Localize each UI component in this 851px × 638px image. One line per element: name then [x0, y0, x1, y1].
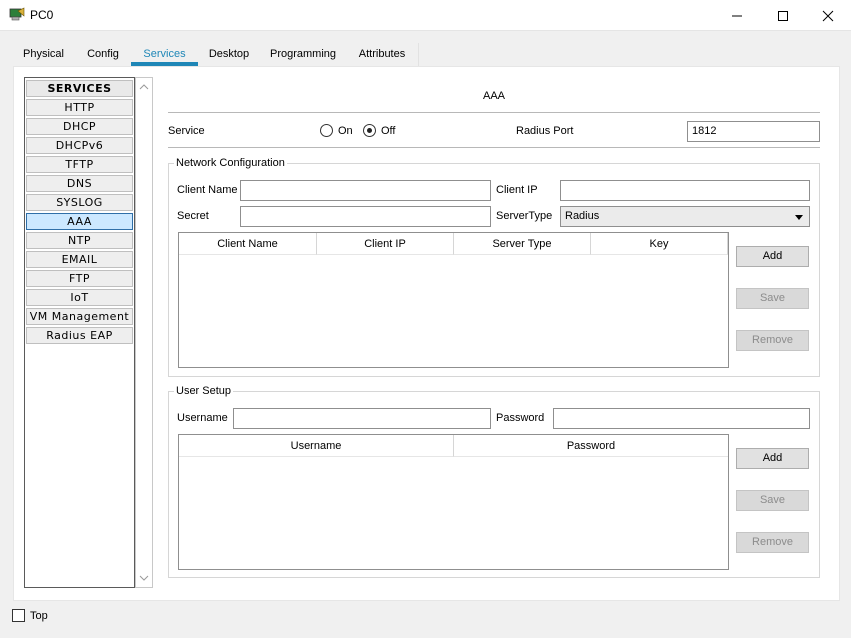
- sidebar-item-tftp[interactable]: TFTP: [26, 156, 133, 173]
- client-name-input[interactable]: [240, 180, 491, 201]
- sidebar-item-dns[interactable]: DNS: [26, 175, 133, 192]
- sidebar-item-ntp[interactable]: NTP: [26, 232, 133, 249]
- title-divider: [168, 112, 820, 113]
- top-checkbox[interactable]: [12, 609, 25, 622]
- tab-config[interactable]: Config: [80, 44, 126, 66]
- column-header-client-name[interactable]: Client Name: [179, 233, 317, 255]
- tab-strip-divider: [418, 43, 419, 66]
- sidebar-scrollbar[interactable]: [135, 77, 153, 588]
- client-name-label: Client Name: [177, 184, 238, 196]
- sidebar-item-vm-management[interactable]: VM Management: [26, 308, 133, 325]
- scroll-down-icon[interactable]: [139, 573, 149, 583]
- password-input[interactable]: [553, 408, 810, 429]
- service-divider: [168, 147, 820, 148]
- sidebar-item-dhcp[interactable]: DHCP: [26, 118, 133, 135]
- close-button[interactable]: [805, 0, 851, 31]
- maximize-button[interactable]: [760, 0, 806, 31]
- column-header-client-ip[interactable]: Client IP: [317, 233, 454, 255]
- minimize-icon: [732, 15, 742, 16]
- password-label: Password: [496, 412, 545, 424]
- page-title: AAA: [482, 90, 505, 102]
- server-type-label: ServerType: [496, 210, 553, 222]
- client-ip-label: Client IP: [496, 184, 538, 196]
- service-off-label: Off: [381, 125, 396, 137]
- user-remove-button[interactable]: Remove: [736, 532, 809, 553]
- network-config-legend: Network Configuration: [174, 157, 287, 169]
- sidebar-item-http[interactable]: HTTP: [26, 99, 133, 116]
- service-label: Service: [168, 125, 205, 137]
- secret-input[interactable]: [240, 206, 491, 227]
- username-input[interactable]: [233, 408, 491, 429]
- username-label: Username: [177, 412, 228, 424]
- scroll-up-icon[interactable]: [139, 82, 149, 92]
- client-remove-button[interactable]: Remove: [736, 330, 809, 351]
- sidebar-item-iot[interactable]: IoT: [26, 289, 133, 306]
- user-save-button[interactable]: Save: [736, 490, 809, 511]
- sidebar-item-aaa[interactable]: AAA: [26, 213, 133, 230]
- service-on-radio[interactable]: [320, 124, 333, 137]
- user-table: Username Password: [178, 434, 729, 570]
- sidebar-item-dhcpv6[interactable]: DHCPv6: [26, 137, 133, 154]
- tab-programming[interactable]: Programming: [264, 44, 342, 66]
- client-table: Client Name Client IP Server Type Key: [178, 232, 729, 368]
- user-add-button[interactable]: Add: [736, 448, 809, 469]
- tab-physical[interactable]: Physical: [15, 44, 72, 66]
- window-title: PC0: [30, 8, 54, 22]
- close-icon: [822, 10, 834, 21]
- tab-desktop[interactable]: Desktop: [203, 44, 255, 66]
- client-add-button[interactable]: Add: [736, 246, 809, 267]
- client-ip-input[interactable]: [560, 180, 810, 201]
- column-header-server-type[interactable]: Server Type: [454, 233, 591, 255]
- service-on-label: On: [338, 125, 353, 137]
- maximize-icon: [778, 10, 788, 21]
- column-header-username[interactable]: Username: [179, 435, 454, 457]
- server-type-select[interactable]: Radius: [560, 206, 810, 227]
- column-header-key[interactable]: Key: [591, 233, 728, 255]
- sidebar-item-email[interactable]: EMAIL: [26, 251, 133, 268]
- sidebar-item-radius-eap[interactable]: Radius EAP: [26, 327, 133, 344]
- sidebar-item-ftp[interactable]: FTP: [26, 270, 133, 287]
- server-type-value: Radius: [565, 210, 600, 222]
- sidebar-item-syslog[interactable]: SYSLOG: [26, 194, 133, 211]
- pc-app-icon: [9, 7, 25, 23]
- radius-port-label: Radius Port: [516, 125, 574, 137]
- secret-label: Secret: [177, 210, 209, 222]
- chevron-down-icon: [795, 215, 803, 220]
- user-setup-legend: User Setup: [174, 385, 234, 397]
- client-save-button[interactable]: Save: [736, 288, 809, 309]
- radius-port-input[interactable]: 1812: [687, 121, 820, 142]
- top-label: Top: [30, 610, 48, 622]
- tab-attributes[interactable]: Attributes: [350, 44, 414, 66]
- sidebar-header: SERVICES: [26, 80, 133, 97]
- minimize-button[interactable]: [714, 0, 760, 31]
- service-off-radio[interactable]: [363, 124, 376, 137]
- column-header-password[interactable]: Password: [454, 435, 728, 457]
